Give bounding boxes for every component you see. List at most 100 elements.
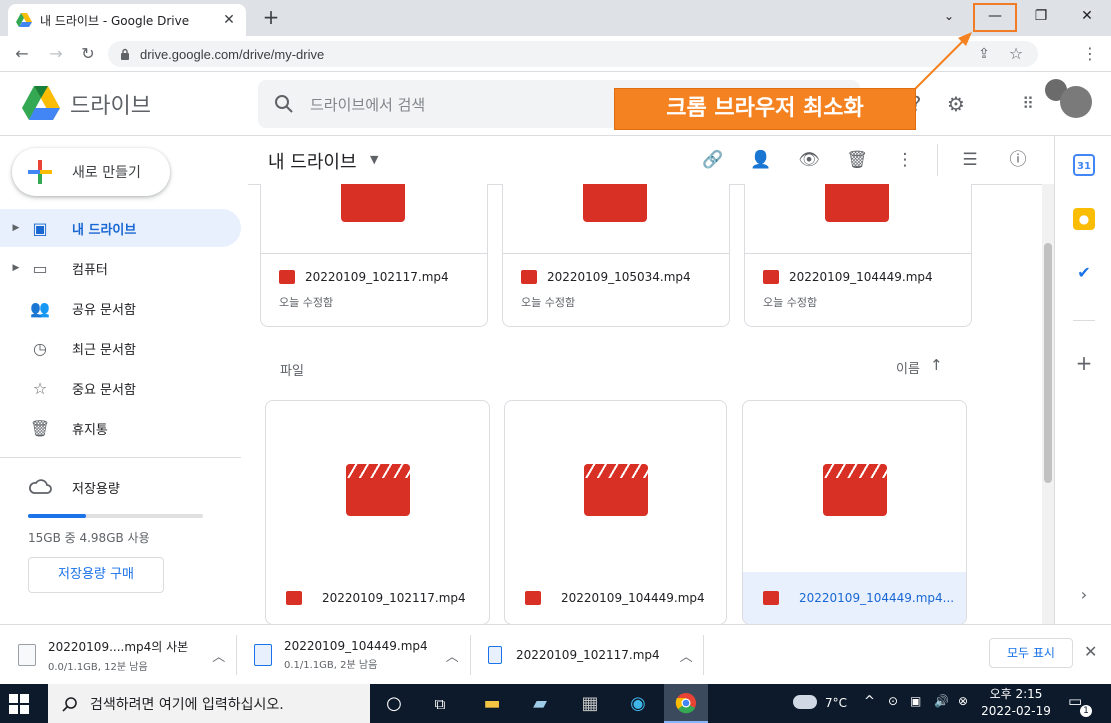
file-icon: [18, 644, 36, 666]
cortana-icon[interactable]: ○: [372, 684, 416, 723]
volume-icon[interactable]: 🔊: [934, 694, 949, 708]
calendar-icon[interactable]: 31: [1073, 154, 1095, 176]
file-explorer-icon[interactable]: ▬: [470, 684, 514, 723]
sidebar-item-trash[interactable]: 🗑 휴지통: [0, 409, 241, 447]
search-icon[interactable]: [274, 94, 294, 114]
video-thumbnail-icon: [583, 184, 647, 222]
video-file-icon: [763, 270, 779, 284]
file-card[interactable]: 20220109_104449.mp4: [504, 400, 727, 625]
my-drive-icon: ▣: [32, 218, 48, 238]
back-icon[interactable]: ←: [10, 42, 34, 66]
new-button-label: 새로 만들기: [72, 165, 141, 181]
weather-cloud-icon[interactable]: [793, 695, 817, 709]
toolbar-separator: [937, 144, 938, 176]
preview-eye-icon[interactable]: 👁: [797, 148, 821, 172]
buy-storage-button[interactable]: 저장용량 구매: [28, 557, 164, 593]
page-title[interactable]: 내 드라이브: [268, 148, 357, 174]
expand-caret-icon[interactable]: ▶: [8, 223, 24, 233]
taskbar-search-box[interactable]: 검색하려면 여기에 입력하십시오.: [48, 684, 370, 723]
file-card[interactable]: 20220109_102117.mp4: [265, 400, 490, 625]
new-tab-button[interactable]: +: [258, 4, 284, 30]
clock-time: 오후 2:15: [989, 687, 1043, 701]
video-thumbnail-icon: [341, 184, 405, 222]
close-shelf-icon[interactable]: ✕: [1084, 642, 1097, 661]
download-item[interactable]: 20220109_104449.mp4 0.1/1.1GB, 2분 남음 ︿: [254, 633, 459, 677]
file-card-selected[interactable]: 20220109_104449.mp4...: [742, 400, 967, 625]
file-name: 20220109_104449.mp4: [561, 591, 705, 605]
apps-grid-icon[interactable]: ⠿: [1014, 90, 1042, 118]
calculator-icon[interactable]: ▦: [568, 684, 612, 723]
download-item[interactable]: 20220109_102117.mp4 ︿: [488, 633, 693, 677]
network-icon[interactable]: ▣: [910, 694, 921, 708]
sort-by-name[interactable]: 이름: [896, 358, 920, 377]
tasks-icon[interactable]: ✔: [1073, 262, 1095, 284]
reload-icon[interactable]: ↻: [76, 42, 100, 66]
chevron-up-icon[interactable]: ︿: [446, 646, 459, 665]
search-icon: [62, 696, 77, 712]
suggested-file-card[interactable]: 20220109_102117.mp4 오늘 수정함: [260, 184, 488, 327]
files-section-label: 파일: [280, 364, 304, 379]
show-all-downloads-button[interactable]: 모두 표시: [989, 638, 1073, 668]
notification-badge: 1: [1080, 705, 1092, 717]
keep-icon[interactable]: ●: [1073, 208, 1095, 230]
task-view-icon[interactable]: ⧉: [418, 684, 462, 723]
tab-close-icon[interactable]: ✕: [220, 12, 238, 28]
sidebar-item-computers[interactable]: ▶ ▭ 컴퓨터: [0, 249, 241, 287]
download-shelf: 20220109....mp4의 사본 0.0/1.1GB, 12분 남음 ︿ …: [0, 624, 1111, 684]
notepad-icon[interactable]: ▰: [518, 684, 562, 723]
sidebar-item-recent[interactable]: ◷ 최근 문서함: [0, 329, 241, 367]
tray-app-icon[interactable]: ⊙: [888, 694, 898, 708]
plus-colored-icon: [28, 160, 52, 184]
bookmark-star-icon[interactable]: ☆: [1004, 42, 1028, 66]
more-actions-icon[interactable]: ⋮: [893, 148, 917, 172]
get-link-icon[interactable]: 🔗: [701, 148, 725, 172]
delete-trash-icon[interactable]: 🗑: [845, 148, 869, 172]
video-file-icon: [286, 591, 302, 605]
annotation-callout: 크롬 브라우저 최소화: [614, 88, 916, 130]
storage-usage-text: 15GB 중 4.98GB 사용: [28, 531, 150, 545]
edge-browser-icon[interactable]: ◉: [616, 684, 660, 723]
title-dropdown-icon[interactable]: ▼: [370, 153, 378, 166]
sort-direction-arrow-icon[interactable]: ↑: [930, 356, 943, 374]
share-person-icon[interactable]: 👤: [749, 148, 773, 172]
expand-caret-icon[interactable]: ▶: [8, 263, 24, 273]
chevron-up-icon[interactable]: ︿: [680, 646, 693, 665]
storage-progress-fill: [28, 514, 86, 518]
suggested-file-card[interactable]: 20220109_104449.mp4 오늘 수정함: [744, 184, 972, 327]
drive-product-name: 드라이브: [70, 94, 151, 119]
sidebar-item-starred[interactable]: ☆ 중요 문서함: [0, 369, 241, 407]
download-item[interactable]: 20220109....mp4의 사본 0.0/1.1GB, 12분 남음 ︿: [18, 633, 225, 677]
suggested-file-card[interactable]: 20220109_105034.mp4 오늘 수정함: [502, 184, 730, 327]
sidebar-item-shared[interactable]: 👥 공유 문서함: [0, 289, 241, 327]
chrome-menu-icon[interactable]: ⋮: [1078, 42, 1102, 66]
new-button[interactable]: 새로 만들기: [12, 148, 170, 196]
chrome-browser-icon[interactable]: [664, 684, 708, 723]
taskbar-clock[interactable]: 오후 2:15 2022-02-19: [978, 686, 1054, 720]
browser-tab[interactable]: 내 드라이브 - Google Drive ✕: [8, 4, 246, 36]
clock-icon: ◷: [33, 338, 47, 358]
windows-taskbar: 검색하려면 여기에 입력하십시오. ○ ⧉ ▬ ▰ ▦ ◉ 7°C ^ ⊙ ▣ …: [0, 684, 1111, 723]
omnibox[interactable]: drive.google.com/drive/my-drive: [108, 41, 1038, 67]
info-icon[interactable]: ⓘ: [1006, 148, 1030, 172]
file-name: 20220109_104449.mp4...: [799, 591, 955, 605]
tray-chevron-up-icon[interactable]: ^: [864, 694, 875, 709]
video-thumbnail-icon: [823, 464, 887, 516]
sidebar-item-my-drive[interactable]: ▶ ▣ 내 드라이브: [0, 209, 241, 247]
add-addon-icon[interactable]: +: [1073, 352, 1095, 374]
video-file-icon: [521, 270, 537, 284]
close-window-button[interactable]: ✕: [1064, 0, 1110, 32]
scrollbar-thumb[interactable]: [1044, 243, 1052, 483]
video-file-icon: [254, 644, 272, 666]
computer-icon: ▭: [32, 258, 48, 278]
list-view-icon[interactable]: ☰: [958, 148, 982, 172]
windows-start-icon[interactable]: [8, 693, 30, 715]
restore-button[interactable]: ❐: [1018, 0, 1064, 32]
video-thumbnail-icon: [346, 464, 410, 516]
temperature-text: 7°C: [825, 696, 848, 710]
chevron-up-icon[interactable]: ︿: [212, 646, 225, 665]
forward-icon[interactable]: →: [44, 42, 68, 66]
status-x-icon[interactable]: ⊗: [958, 694, 968, 708]
video-thumbnail-icon: [825, 184, 889, 222]
account-avatar[interactable]: [1060, 86, 1092, 118]
chevron-right-icon[interactable]: ›: [1073, 584, 1095, 606]
